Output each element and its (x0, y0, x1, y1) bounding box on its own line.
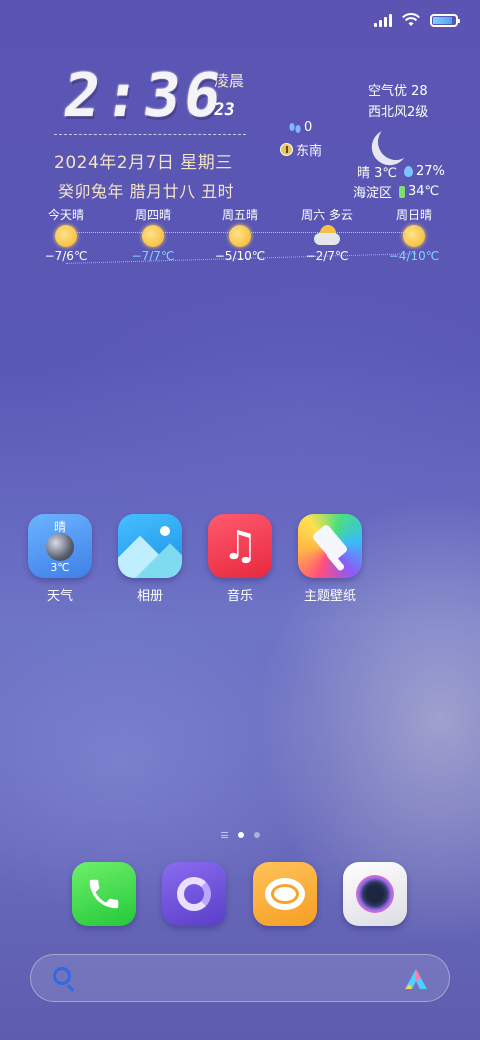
sun-icon (229, 225, 251, 247)
direction-value: 东南 (296, 144, 323, 159)
music-app-icon[interactable]: ♫ (208, 514, 272, 578)
forecast-temp: −5/10℃ (214, 249, 266, 263)
battery-icon (430, 13, 460, 27)
current-condition: 晴 3℃ (357, 166, 398, 181)
forecast-day: 周四晴 −7/7℃ (113, 206, 193, 263)
crescent-moon-icon (375, 121, 417, 163)
search-bar[interactable] (30, 954, 450, 1002)
app-gallery[interactable]: 相册 (110, 514, 190, 604)
steps-value: 0 (304, 120, 313, 135)
weather-app-temp: 3℃ (50, 561, 70, 574)
app-label: 音乐 (226, 589, 253, 604)
compass-direction: 东南 (280, 140, 322, 159)
forecast-day-label: 周五晴 (221, 208, 258, 222)
footprints-icon (289, 122, 301, 133)
weather-app-icon[interactable]: 晴 3℃ (28, 514, 92, 578)
sun-icon (142, 225, 164, 247)
app-weather[interactable]: 晴 3℃ 天气 (20, 514, 100, 604)
date-text: 2024年2月7日 星期三 (54, 153, 233, 173)
divider (54, 134, 246, 135)
ai-assistant-icon[interactable] (403, 967, 429, 991)
app-theme-wallpaper[interactable]: 主题壁纸 (290, 514, 370, 604)
app-label: 主题壁纸 (303, 589, 356, 604)
phone-app-icon[interactable] (72, 862, 136, 926)
forecast-day-label: 周四晴 (134, 208, 171, 222)
theme-app-icon[interactable] (298, 514, 362, 578)
forecast-day: 今天晴 −7/6℃ (26, 206, 106, 263)
phone-handset-icon (89, 879, 119, 909)
steps-counter: 0 (288, 120, 312, 135)
signal-icon (374, 13, 392, 27)
app-label: 相册 (136, 589, 163, 604)
forecast-strip: 今天晴 −7/6℃ 周四晴 −7/7℃ 周五晴 −5/10℃ 周六 多云 −2/… (30, 206, 450, 272)
forecast-temp: −2/7℃ (305, 249, 349, 263)
wind-info: 西北风2级 (368, 105, 429, 120)
lunar-date-text: 癸卯兔年 腊月廿八 丑时 (58, 182, 235, 201)
clock-seconds: 23 (212, 100, 236, 120)
page-dot[interactable] (253, 832, 260, 838)
sun-icon (403, 225, 425, 247)
app-label: 天气 (46, 589, 73, 604)
battery-level (433, 16, 452, 24)
location-info: 海淀区 34℃ (353, 182, 439, 201)
forecast-temp: −4/10℃ (388, 249, 440, 263)
forecast-day-label: 今天晴 (47, 208, 84, 222)
planet-icon (46, 533, 74, 561)
forecast-day: 周五晴 −5/10℃ (200, 206, 280, 263)
device-temp-value: 34℃ (408, 184, 440, 199)
air-quality: 空气优 28 (368, 84, 428, 99)
humidity-value: 27% (416, 164, 445, 179)
battery-temp-icon (399, 185, 406, 198)
page-dot-active[interactable] (237, 832, 244, 838)
gallery-app-icon[interactable] (118, 514, 182, 578)
status-bar (374, 10, 460, 30)
compass-icon (280, 143, 293, 156)
wifi-icon (402, 13, 420, 26)
app-music[interactable]: ♫ 音乐 (200, 514, 280, 604)
forecast-day-label: 周日晴 (395, 208, 432, 222)
district-name: 海淀区 (353, 186, 393, 201)
clock-period: 凌晨 (214, 72, 245, 90)
sun-icon (55, 225, 77, 247)
page-indicator[interactable] (0, 832, 480, 838)
forecast-day: 周日晴 −4/10℃ (374, 206, 454, 263)
forecast-day-label: 周六 多云 (301, 208, 353, 222)
camera-app-icon[interactable] (343, 862, 407, 926)
humidity-drop-icon (404, 166, 414, 177)
clock-time: 2:36 (59, 61, 230, 131)
browser-app-icon[interactable] (162, 862, 226, 926)
messages-app-icon[interactable] (253, 862, 317, 926)
forecast-day: 周六 多云 −2/7℃ (287, 206, 367, 263)
search-icon[interactable] (53, 967, 71, 985)
forecast-temp: −7/6℃ (44, 249, 88, 263)
app-list-icon[interactable] (220, 832, 228, 838)
current-weather: 晴 3℃ 27% (357, 162, 445, 181)
cloudy-icon (314, 225, 340, 247)
forecast-temp: −7/7℃ (131, 249, 175, 263)
